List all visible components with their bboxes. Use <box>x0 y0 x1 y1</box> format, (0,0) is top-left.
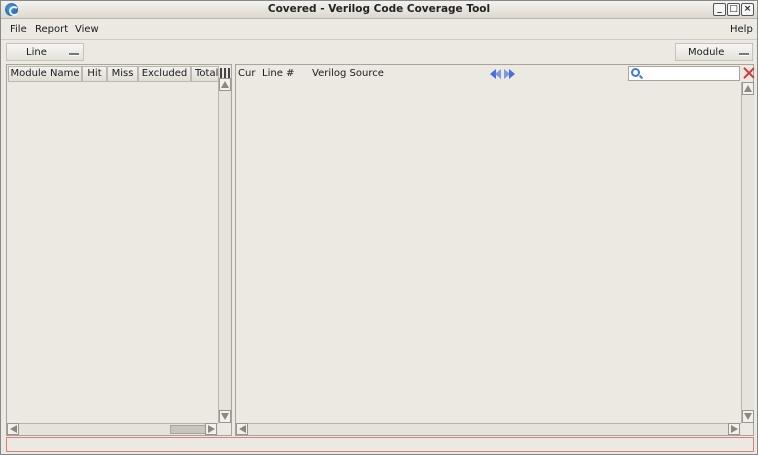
previous-arrow-icon[interactable] <box>490 69 501 79</box>
table-vertical-scrollbar[interactable] <box>218 78 231 423</box>
arrow-down-icon <box>744 413 752 420</box>
arrow-right-icon <box>731 425 738 433</box>
column-header-line-number: Line # <box>262 68 295 79</box>
scroll-down-button[interactable] <box>219 410 231 423</box>
window-title: Covered - Verilog Code Coverage Tool <box>267 3 491 15</box>
column-header-total[interactable]: Total <box>191 66 219 82</box>
column-header-cur: Cur <box>238 68 256 79</box>
chevron-down-icon <box>69 53 79 55</box>
coverage-type-label: Line <box>26 47 47 58</box>
source-vertical-scrollbar[interactable] <box>741 82 754 423</box>
column-header-miss[interactable]: Miss <box>107 66 138 82</box>
column-header-module-name[interactable]: Module Name <box>8 66 82 82</box>
menu-file[interactable]: File <box>10 24 27 35</box>
clear-search-icon[interactable] <box>743 67 754 78</box>
scope-label: Module <box>688 47 725 58</box>
next-arrow-icon[interactable] <box>504 69 515 79</box>
horizontal-scroll-thumb[interactable] <box>170 425 206 434</box>
toolbar: Line Module <box>1 41 757 63</box>
module-table: Module Name Hit Miss Excluded Total <box>6 64 232 436</box>
scroll-right-button[interactable] <box>728 423 740 435</box>
column-header-hit[interactable]: Hit <box>82 66 107 82</box>
menu-bar: File Report View Help <box>1 20 757 40</box>
scroll-left-button[interactable] <box>7 423 19 435</box>
arrow-right-icon <box>208 425 215 433</box>
scroll-left-button[interactable] <box>236 423 248 435</box>
maximize-button[interactable]: □ <box>727 3 740 16</box>
arrow-left-icon <box>239 425 246 433</box>
menu-report[interactable]: Report <box>35 24 68 35</box>
title-bar: Covered - Verilog Code Coverage Tool _ □… <box>1 1 757 19</box>
column-header-excluded[interactable]: Excluded <box>138 66 191 82</box>
arrow-down-icon <box>221 413 229 420</box>
source-horizontal-scrollbar[interactable] <box>236 423 741 435</box>
table-horizontal-scrollbar[interactable] <box>7 423 218 435</box>
status-bar <box>6 437 754 452</box>
coverage-type-dropdown[interactable]: Line <box>6 43 84 61</box>
scroll-down-button[interactable] <box>742 410 754 423</box>
search-input[interactable] <box>628 66 740 81</box>
scroll-right-button[interactable] <box>205 423 217 435</box>
arrow-left-icon <box>10 425 17 433</box>
minimize-button[interactable]: _ <box>713 3 726 16</box>
navigation-arrows <box>490 69 515 79</box>
menu-help[interactable]: Help <box>730 24 753 35</box>
chevron-down-icon <box>739 53 749 55</box>
scroll-up-button[interactable] <box>219 78 231 91</box>
scope-dropdown[interactable]: Module <box>675 43 753 61</box>
column-header-verilog-source: Verilog Source <box>312 68 384 79</box>
menu-view[interactable]: View <box>75 24 99 35</box>
close-button[interactable]: × <box>741 3 754 16</box>
scroll-up-button[interactable] <box>742 82 754 95</box>
main-window: Covered - Verilog Code Coverage Tool _ □… <box>0 0 758 455</box>
arrow-up-icon <box>744 85 752 92</box>
arrow-up-icon <box>221 81 229 88</box>
search-icon <box>631 68 640 77</box>
source-viewer: Cur Line # Verilog Source <box>235 64 754 436</box>
